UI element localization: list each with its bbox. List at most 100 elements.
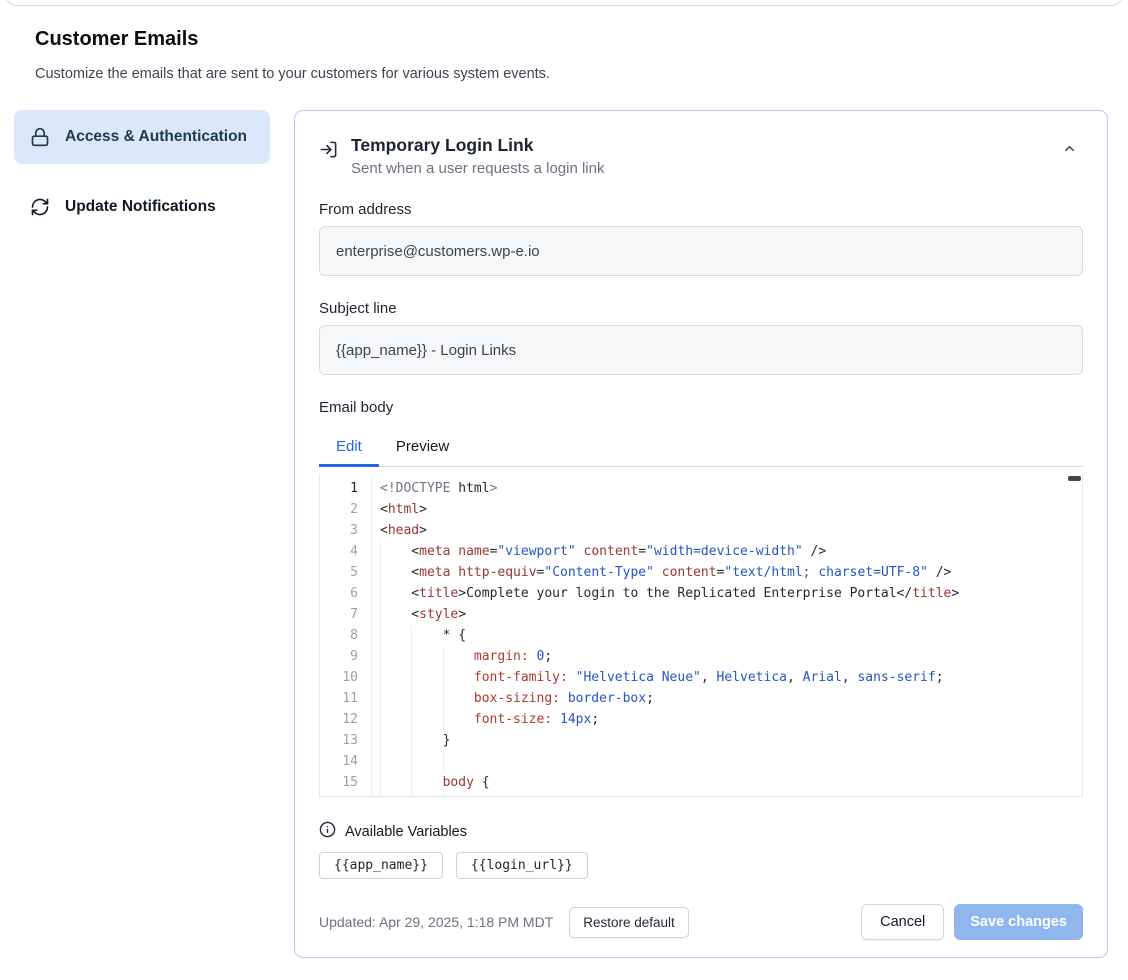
line-number: 6 xyxy=(320,583,371,604)
indent-guide xyxy=(443,667,474,688)
indent-guide xyxy=(443,688,474,709)
indent-guide xyxy=(380,688,411,709)
indent-guide xyxy=(380,646,411,667)
line-number: 14 xyxy=(320,751,371,772)
updated-timestamp: Updated: Apr 29, 2025, 1:18 PM MDT xyxy=(319,914,553,930)
indent-guide xyxy=(443,646,474,667)
indent-guide xyxy=(443,751,474,772)
indent-guide xyxy=(380,793,411,796)
log-in-icon xyxy=(319,140,338,164)
variable-chips: {{app_name}} {{login_url}} xyxy=(319,852,1083,879)
line-number: 9 xyxy=(320,646,371,667)
subject-line-input[interactable] xyxy=(319,325,1083,375)
variable-chip-login-url[interactable]: {{login_url}} xyxy=(456,852,588,879)
line-number: 2 xyxy=(320,499,371,520)
indent-guide xyxy=(411,751,442,772)
line-number: 1 xyxy=(320,478,371,499)
line-number: 5 xyxy=(320,562,371,583)
indent-guide xyxy=(411,688,442,709)
refresh-icon xyxy=(30,197,50,217)
variable-chip-app-name[interactable]: {{app_name}} xyxy=(319,852,443,879)
email-body-code-editor[interactable]: 12345678910111213141516 <!DOCTYPE html><… xyxy=(319,475,1083,797)
editor-scrollbar-thumb[interactable] xyxy=(1068,476,1081,481)
indent-guide xyxy=(380,730,411,751)
indent-guide xyxy=(411,625,442,646)
code-line: body { xyxy=(380,772,1066,793)
line-number: 15 xyxy=(320,772,371,793)
customer-emails-page: Customer Emails Customize the emails tha… xyxy=(0,0,1128,980)
sidebar-item-access-authentication[interactable]: Access & Authentication xyxy=(14,110,270,164)
sidebar-item-update-notifications[interactable]: Update Notifications xyxy=(14,182,270,232)
indent-guide xyxy=(443,793,474,796)
indent-guide xyxy=(380,562,411,583)
cancel-button[interactable]: Cancel xyxy=(861,904,944,940)
info-icon xyxy=(319,821,336,842)
panel-subtitle: Sent when a user requests a login link xyxy=(351,160,604,177)
indent-guide xyxy=(411,772,442,793)
code-line: } xyxy=(380,730,1066,751)
line-number: 16 xyxy=(320,793,371,797)
indent-guide xyxy=(411,730,442,751)
code-line: <meta http-equiv="Content-Type" content=… xyxy=(380,562,1066,583)
previous-card-edge xyxy=(6,0,1122,6)
code-line: <meta name="viewport" content="width=dev… xyxy=(380,541,1066,562)
line-number: 11 xyxy=(320,688,371,709)
editor-code[interactable]: <!DOCTYPE html><html><head><meta name="v… xyxy=(372,475,1082,796)
panel-footer: Updated: Apr 29, 2025, 1:18 PM MDT Resto… xyxy=(319,904,1083,940)
page-subtitle: Customize the emails that are sent to yo… xyxy=(35,66,550,82)
indent-guide xyxy=(380,625,411,646)
subject-line-label: Subject line xyxy=(319,300,1083,317)
indent-guide xyxy=(443,709,474,730)
line-number: 12 xyxy=(320,709,371,730)
email-body-label: Email body xyxy=(319,399,1083,416)
panel-titles: Temporary Login Link Sent when a user re… xyxy=(351,135,604,177)
tab-preview[interactable]: Preview xyxy=(379,430,466,466)
from-address-label: From address xyxy=(319,201,1083,218)
temporary-login-link-panel: Temporary Login Link Sent when a user re… xyxy=(294,110,1108,958)
chevron-up-icon xyxy=(1062,144,1077,159)
indent-guide xyxy=(380,667,411,688)
code-line: background-color: #f6f6f6; xyxy=(380,793,1066,796)
panel-title: Temporary Login Link xyxy=(351,135,604,156)
code-line: <style> xyxy=(380,604,1066,625)
collapse-panel-button[interactable] xyxy=(1056,135,1083,165)
email-types-sidebar: Access & Authentication Update Notificat… xyxy=(14,110,270,232)
sidebar-item-label: Access & Authentication xyxy=(65,125,247,149)
code-line: margin: 0; xyxy=(380,646,1066,667)
line-number: 3 xyxy=(320,520,371,541)
line-number: 8 xyxy=(320,625,371,646)
code-line: box-sizing: border-box; xyxy=(380,688,1066,709)
line-number: 13 xyxy=(320,730,371,751)
indent-guide xyxy=(380,604,411,625)
indent-guide xyxy=(380,583,411,604)
indent-guide xyxy=(411,709,442,730)
code-line: font-family: "Helvetica Neue", Helvetica… xyxy=(380,667,1066,688)
save-changes-button[interactable]: Save changes xyxy=(954,904,1083,940)
tab-edit[interactable]: Edit xyxy=(319,430,379,466)
indent-guide xyxy=(411,667,442,688)
code-line: <head> xyxy=(380,520,1066,541)
code-line: * { xyxy=(380,625,1066,646)
from-address-input[interactable] xyxy=(319,226,1083,276)
indent-guide xyxy=(380,709,411,730)
available-variables-label: Available Variables xyxy=(345,824,467,840)
sidebar-item-label: Update Notifications xyxy=(65,195,216,219)
page-title: Customer Emails xyxy=(35,28,198,51)
code-line: <html> xyxy=(380,499,1066,520)
editor-gutter: 12345678910111213141516 xyxy=(320,475,372,796)
email-body-tabs: Edit Preview xyxy=(319,430,1083,467)
indent-guide xyxy=(380,751,411,772)
code-line: <!DOCTYPE html> xyxy=(380,478,1066,499)
indent-guide xyxy=(411,793,442,796)
editor-scrollbar[interactable] xyxy=(1067,475,1082,796)
code-line xyxy=(380,751,1066,772)
line-number: 4 xyxy=(320,541,371,562)
restore-default-button[interactable]: Restore default xyxy=(569,907,689,938)
code-line: <title>Complete your login to the Replic… xyxy=(380,583,1066,604)
indent-guide xyxy=(411,646,442,667)
line-number: 7 xyxy=(320,604,371,625)
indent-guide xyxy=(380,541,411,562)
indent-guide xyxy=(380,772,411,793)
code-line: font-size: 14px; xyxy=(380,709,1066,730)
panel-header: Temporary Login Link Sent when a user re… xyxy=(319,135,1083,177)
